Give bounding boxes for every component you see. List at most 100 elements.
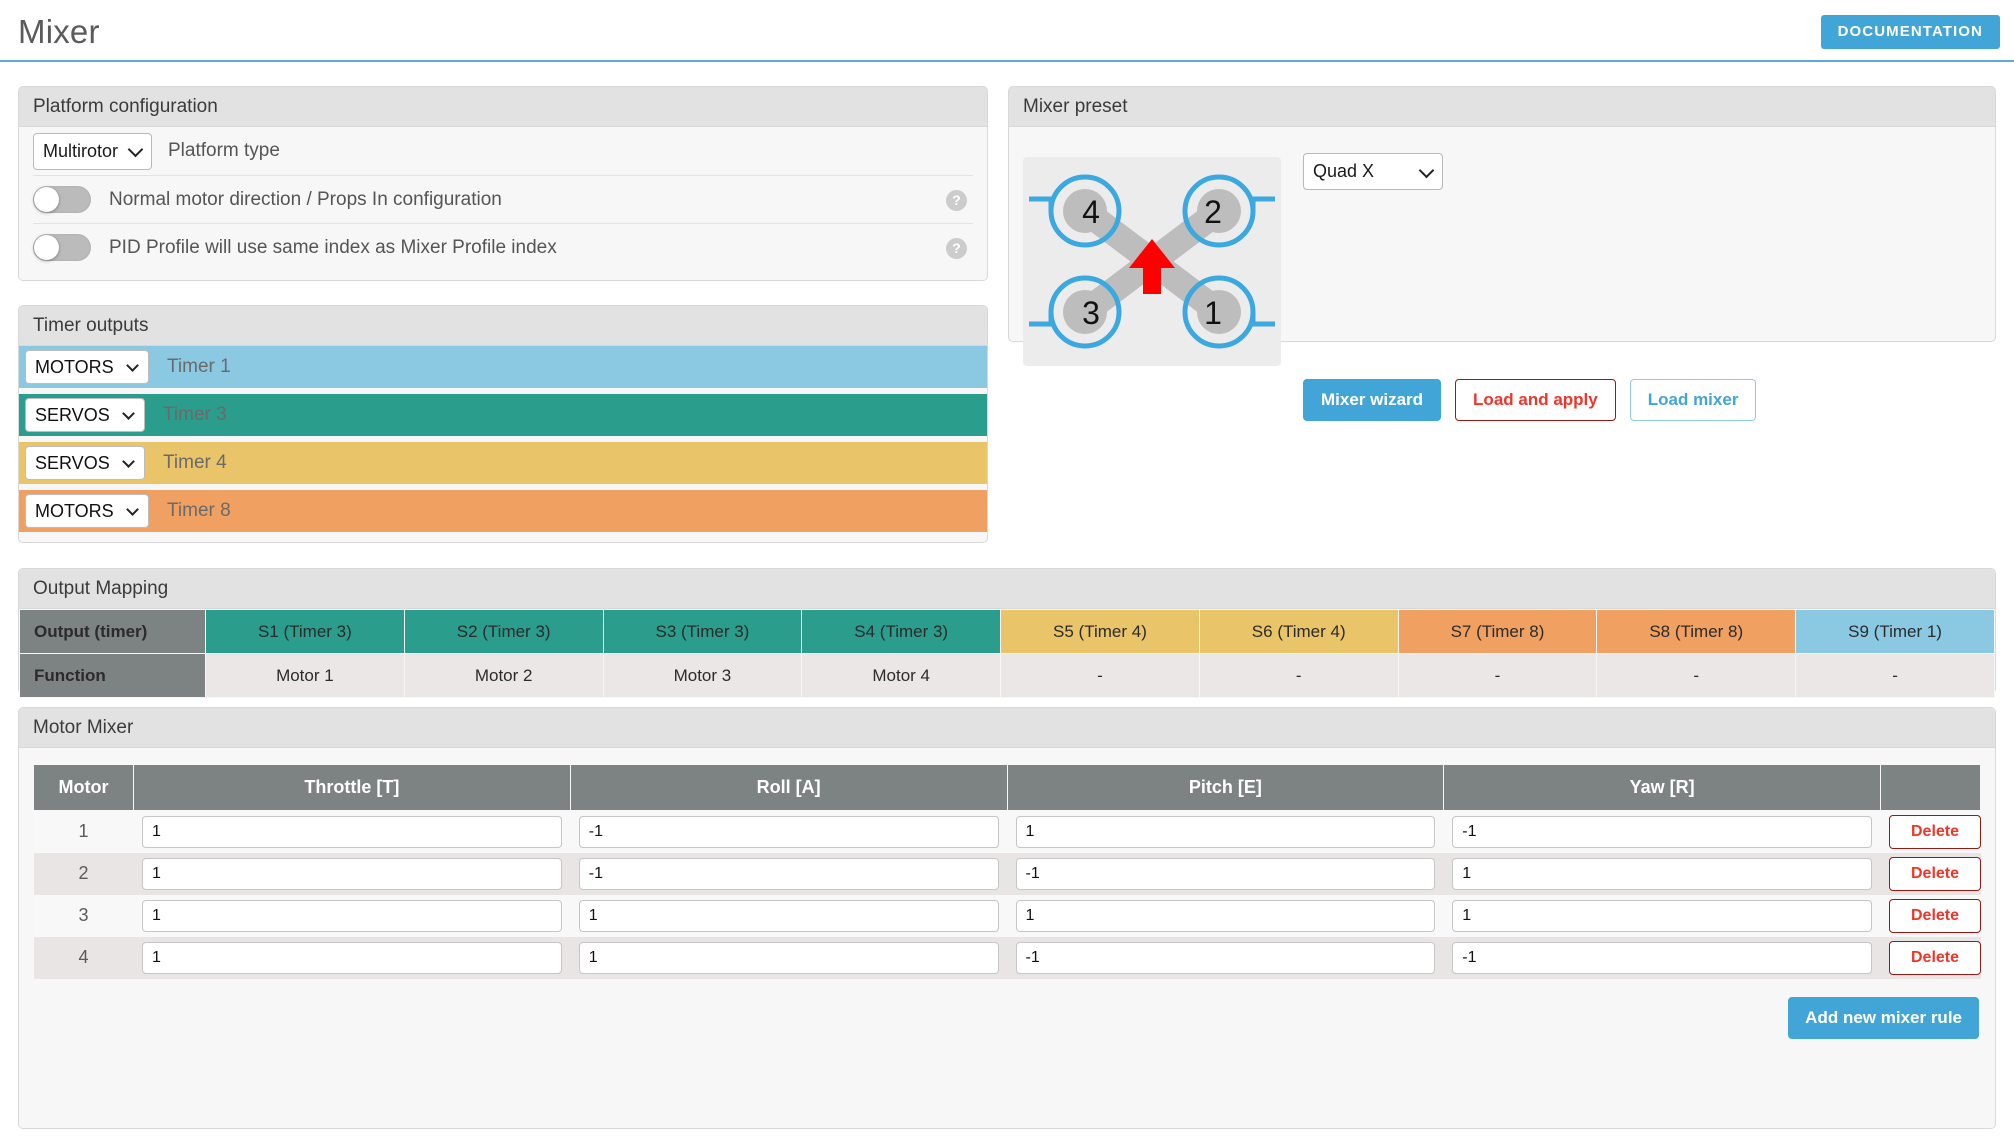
timer-label: Timer 4 [163, 452, 227, 474]
mixer-preset-buttons: Mixer wizard Load and apply Load mixer [1303, 379, 1756, 421]
output-mapping-function-cell: Motor 3 [603, 654, 802, 698]
delete-mixer-rule-button[interactable]: Delete [1889, 899, 1981, 933]
output-mapping-function-cell: - [1199, 654, 1398, 698]
roll-input[interactable] [579, 858, 999, 890]
yaw-cell [1444, 895, 1881, 937]
add-new-mixer-rule-button[interactable]: Add new mixer rule [1788, 997, 1979, 1039]
platform-configuration-panel: Platform configuration Multirotor Platfo… [18, 86, 988, 281]
platform-type-label: Platform type [168, 140, 280, 162]
output-mapping-function-row: FunctionMotor 1Motor 2Motor 3Motor 4----… [20, 654, 1995, 698]
motor-number-1: 1 [1204, 295, 1222, 331]
output-mapping-output-cell: S3 (Timer 3) [603, 610, 802, 654]
output-mapping-output-cell: S2 (Timer 3) [404, 610, 603, 654]
mixer-preset-select-wrap: Quad X [1303, 153, 1443, 190]
motor-mixer-header-pitch: Pitch [E] [1007, 765, 1444, 811]
delete-mixer-rule-button[interactable]: Delete [1889, 815, 1981, 849]
page-title: Mixer [18, 13, 100, 51]
help-icon[interactable]: ? [946, 238, 967, 259]
mixer-preset-select[interactable]: Quad X [1303, 153, 1443, 190]
mixer-page: Mixer DOCUMENTATION Platform configurati… [0, 0, 2014, 1146]
yaw-input[interactable] [1452, 942, 1872, 974]
roll-input[interactable] [579, 942, 999, 974]
yaw-cell [1444, 937, 1881, 979]
actions-cell: Delete [1881, 895, 1981, 937]
platform-type-select-wrap: Multirotor [33, 133, 152, 170]
motor-number-4: 4 [1082, 194, 1100, 230]
timer-mode-select[interactable]: MOTORS [25, 350, 149, 384]
help-icon[interactable]: ? [946, 190, 967, 211]
timer-mode-select[interactable]: MOTORS [25, 494, 149, 528]
motor-mixer-rows: 1Delete2Delete3Delete4Delete [34, 811, 1981, 979]
output-mapping-output-cell: S8 (Timer 8) [1597, 610, 1796, 654]
actions-cell: Delete [1881, 853, 1981, 895]
mixer-preset-body: 4 2 3 1 Quad X Mixer wizard Load and app… [1009, 127, 1995, 342]
output-mapping-output-cell: S4 (Timer 3) [802, 610, 1001, 654]
output-timer-header: Output (timer) [20, 610, 206, 654]
output-mapping-function-cell: - [1796, 654, 1995, 698]
timer-mode-select[interactable]: SERVOS [25, 446, 145, 480]
output-mapping-function-cell: - [1398, 654, 1597, 698]
timer-outputs-panel: Timer outputs MOTORSTimer 1SERVOSTimer 3… [18, 305, 988, 543]
roll-cell [570, 811, 1007, 853]
delete-mixer-rule-button[interactable]: Delete [1889, 857, 1981, 891]
timer-label: Timer 3 [163, 404, 227, 426]
motor-mixer-header-actions [1881, 765, 1981, 811]
output-mapping-title: Output Mapping [19, 569, 1995, 609]
timer-label: Timer 8 [167, 500, 231, 522]
pid-profile-index-row: PID Profile will use same index as Mixer… [33, 223, 973, 271]
actions-cell: Delete [1881, 811, 1981, 853]
toggle-knob [34, 235, 59, 260]
platform-configuration-title: Platform configuration [19, 87, 987, 127]
rotation-tail-motor-2 [1253, 199, 1275, 211]
output-mapping-panel: Output Mapping Output (timer)S1 (Timer 3… [18, 568, 1996, 694]
output-mapping-output-cell: S5 (Timer 4) [1001, 610, 1200, 654]
timer-output-row: SERVOS Timer 3 [19, 394, 987, 436]
yaw-input[interactable] [1452, 816, 1872, 848]
motor-index: 4 [34, 937, 134, 979]
output-mapping-table: Output (timer)S1 (Timer 3)S2 (Timer 3)S3… [19, 609, 1995, 698]
motor-mixer-header-motor: Motor [34, 765, 134, 811]
quad-x-diagram: 4 2 3 1 [1023, 157, 1281, 366]
throttle-cell [134, 811, 571, 853]
motor-index: 3 [34, 895, 134, 937]
load-mixer-button[interactable]: Load mixer [1630, 379, 1757, 421]
pid-profile-index-toggle[interactable] [33, 234, 91, 261]
timer-output-row: SERVOS Timer 4 [19, 442, 987, 484]
pitch-input[interactable] [1016, 942, 1436, 974]
motor-number-3: 3 [1082, 295, 1100, 331]
motor-mixer-header-yaw: Yaw [R] [1444, 765, 1881, 811]
mixer-wizard-button[interactable]: Mixer wizard [1303, 379, 1441, 421]
motor-mixer-body: MotorThrottle [T]Roll [A]Pitch [E]Yaw [R… [19, 748, 1995, 1055]
motor-mixer-header-throttle: Throttle [T] [134, 765, 571, 811]
throttle-input[interactable] [142, 816, 562, 848]
pitch-input[interactable] [1016, 858, 1436, 890]
output-mapping-output-row: Output (timer)S1 (Timer 3)S2 (Timer 3)S3… [20, 610, 1995, 654]
throttle-cell [134, 937, 571, 979]
pitch-input[interactable] [1016, 900, 1436, 932]
motor-mixer-table: MotorThrottle [T]Roll [A]Pitch [E]Yaw [R… [33, 764, 1981, 979]
throttle-input[interactable] [142, 900, 562, 932]
timer-label: Timer 1 [167, 356, 231, 378]
output-mapping-output-cell: S9 (Timer 1) [1796, 610, 1995, 654]
throttle-input[interactable] [142, 858, 562, 890]
normal-motor-direction-label: Normal motor direction / Props In config… [109, 189, 502, 211]
yaw-input[interactable] [1452, 858, 1872, 890]
platform-type-select[interactable]: Multirotor [33, 133, 152, 170]
throttle-input[interactable] [142, 942, 562, 974]
timer-mode-select[interactable]: SERVOS [25, 398, 145, 432]
motor-mixer-footer: Add new mixer rule [33, 979, 1981, 1041]
documentation-button[interactable]: DOCUMENTATION [1821, 15, 2000, 49]
delete-mixer-rule-button[interactable]: Delete [1889, 941, 1981, 975]
yaw-input[interactable] [1452, 900, 1872, 932]
actions-cell: Delete [1881, 937, 1981, 979]
roll-input[interactable] [579, 816, 999, 848]
motor-mixer-row: 1Delete [34, 811, 1981, 853]
pitch-cell [1007, 811, 1444, 853]
motor-number-2: 2 [1204, 194, 1222, 230]
load-and-apply-button[interactable]: Load and apply [1455, 379, 1616, 421]
normal-motor-direction-toggle[interactable] [33, 186, 91, 213]
roll-input[interactable] [579, 900, 999, 932]
timer-output-row: MOTORS Timer 8 [19, 490, 987, 532]
timer-mode-select-wrap: SERVOS [25, 446, 145, 480]
pitch-input[interactable] [1016, 816, 1436, 848]
